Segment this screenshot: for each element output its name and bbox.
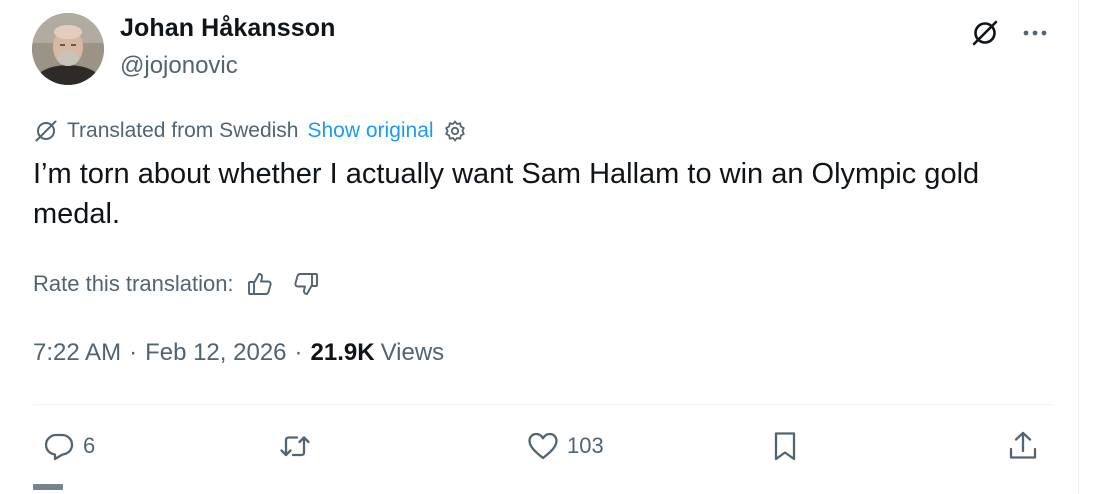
- reply-button[interactable]: 6: [42, 428, 95, 464]
- translated-from-label: Translated from Swedish: [67, 119, 299, 142]
- next-item-peek: [33, 484, 63, 490]
- tweet-meta: 7:22 AM · Feb 12, 2026 · 21.9K Views: [33, 337, 444, 369]
- bookmark-button[interactable]: [768, 428, 802, 464]
- gear-icon[interactable]: [443, 119, 467, 143]
- author-name[interactable]: Johan Håkansson: [120, 14, 335, 43]
- thumbs-down-icon[interactable]: [292, 270, 320, 298]
- author-handle[interactable]: @jojonovic: [120, 52, 238, 80]
- bookmark-icon: [768, 429, 802, 463]
- views-count[interactable]: 21.9K: [311, 339, 375, 367]
- repost-icon: [278, 429, 312, 463]
- rate-translation-label: Rate this translation:: [33, 271, 234, 296]
- translate-icon: [33, 118, 59, 144]
- views-label[interactable]: Views: [381, 339, 445, 367]
- translation-bar: Translated from Swedish Show original: [33, 117, 467, 145]
- tweet-detail: Johan Håkansson @jojonovic Translated fr…: [0, 0, 1079, 494]
- repost-button[interactable]: [278, 428, 312, 464]
- thumbs-up-icon[interactable]: [246, 270, 274, 298]
- tweet-text: I’m torn about whether I actually want S…: [33, 158, 980, 230]
- tweet-date[interactable]: Feb 12, 2026: [145, 339, 286, 367]
- like-button[interactable]: 103: [526, 428, 604, 464]
- meta-separator: ·: [294, 339, 303, 366]
- avatar[interactable]: [32, 13, 104, 85]
- heart-icon: [526, 429, 560, 463]
- rate-translation: Rate this translation:: [33, 268, 320, 300]
- more-options-button[interactable]: [1018, 16, 1052, 50]
- reply-count: 6: [83, 433, 96, 458]
- more-dots-icon: [1023, 30, 1047, 36]
- like-count: 103: [567, 433, 604, 458]
- reply-icon: [42, 429, 76, 463]
- show-original-link[interactable]: Show original: [307, 119, 433, 143]
- grok-icon[interactable]: [968, 16, 1002, 50]
- share-button[interactable]: [1006, 428, 1040, 464]
- meta-separator: ·: [129, 339, 138, 366]
- share-icon: [1006, 429, 1040, 463]
- tweet-time[interactable]: 7:22 AM: [33, 339, 121, 367]
- divider: [33, 404, 1054, 405]
